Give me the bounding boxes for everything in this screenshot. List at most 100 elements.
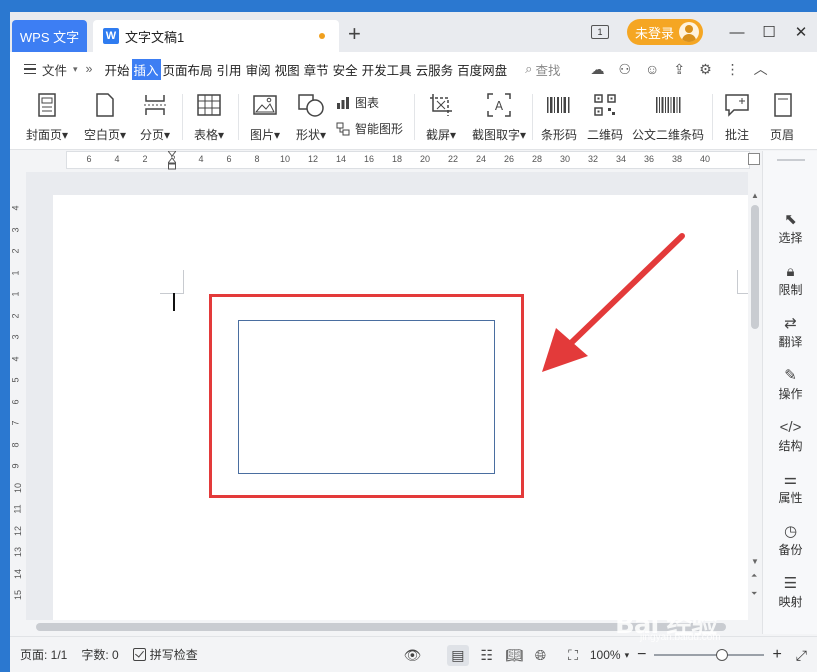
page-view-icon[interactable]: ▤ <box>447 644 469 666</box>
zoom-out-button[interactable]: − <box>637 646 646 664</box>
blank-page-button[interactable]: 空白页▾ <box>76 86 134 150</box>
smartart-button[interactable]: 智能图形 <box>336 120 403 137</box>
share-user-icon[interactable]: ⚇ <box>618 61 631 78</box>
gear-icon[interactable]: ⚙ <box>699 61 712 78</box>
minimize-button[interactable]: — <box>721 12 753 52</box>
ocr-button[interactable]: A 截图取字▾ <box>466 86 532 150</box>
highlight-frame <box>209 294 524 498</box>
zoom-dropdown-icon[interactable]: ▾ <box>625 650 630 661</box>
tab-page-layout[interactable]: 页面布局 <box>161 59 215 80</box>
fullscreen-icon[interactable]: ⤢ <box>796 647 807 664</box>
maximize-button[interactable]: ☐ <box>753 12 785 52</box>
tab-home[interactable]: 开始 <box>103 59 132 80</box>
tab-references[interactable]: 引用 <box>215 59 244 80</box>
ribbon-divider <box>414 94 415 140</box>
side-backup-button[interactable]: ◷ 备份 <box>763 523 817 558</box>
tab-security[interactable]: 安全 <box>331 59 360 80</box>
eye-protect-icon[interactable]: 👁︎ <box>404 647 422 664</box>
login-button[interactable]: 未登录 <box>626 19 703 45</box>
tab-review[interactable]: 审阅 <box>244 59 273 80</box>
file-menu[interactable]: 文件 ▾ <box>24 60 78 79</box>
cover-page-button[interactable]: 封面页▾ <box>18 86 76 150</box>
search-command[interactable]: ⌕ 查找 <box>525 60 560 79</box>
collapse-ribbon-icon[interactable]: ︿ <box>754 59 768 79</box>
tab-view[interactable]: 视图 <box>273 59 302 80</box>
ruler-number: 8 <box>254 154 260 164</box>
screenshot-button[interactable]: 截屏▾ <box>418 86 464 150</box>
side-operate-label: 操作 <box>778 387 803 401</box>
side-operate-button[interactable]: ✎ 操作 <box>763 367 817 402</box>
zoom-slider[interactable] <box>654 649 765 661</box>
zoom-slider-knob[interactable] <box>716 649 729 661</box>
chart-button[interactable]: 图表 <box>336 94 379 111</box>
tab-wps-home[interactable]: WPS 文字 <box>12 20 87 52</box>
doc-qrcode-button[interactable]: 公文二维条码 <box>630 86 706 150</box>
qrcode-button[interactable]: 二维码 <box>584 86 626 150</box>
tab-baidu-disk[interactable]: 百度网盘 <box>455 59 509 80</box>
margin-corner-top-left <box>160 270 184 294</box>
tab-developer[interactable]: 开发工具 <box>360 59 414 80</box>
ruler-number: 4 <box>10 205 21 211</box>
ruler-number: 1 <box>10 291 21 297</box>
side-translate-button[interactable]: ⇄ 翻译 <box>763 315 817 350</box>
title-bar: WPS 文字 W 文字文稿1 + 1 未登录 — ☐ ✕ <box>10 12 817 52</box>
word-count[interactable]: 字数: 0 <box>81 646 118 663</box>
picture-button[interactable]: 图片▾ <box>242 86 288 150</box>
ruler-number: 10 <box>279 154 291 164</box>
close-button[interactable]: ✕ <box>785 12 817 52</box>
page-count[interactable]: 页面: 1/1 <box>20 646 67 663</box>
chat-icon[interactable]: ☺ <box>645 61 659 77</box>
ribbon-divider <box>532 94 533 140</box>
spellcheck-toggle[interactable]: 拼写检查 <box>132 646 198 663</box>
vertical-scroll-thumb[interactable] <box>751 205 759 329</box>
export-icon[interactable]: ⇪ <box>673 61 685 78</box>
fit-page-icon[interactable]: ⛶ <box>568 647 578 664</box>
side-properties-label: 属性 <box>778 491 803 505</box>
ribbon-divider <box>712 94 713 140</box>
screenshot-icon <box>428 92 454 118</box>
next-page-icon[interactable]: ⏷ <box>751 589 757 599</box>
ruler-number: 9 <box>10 463 21 469</box>
outline-view-icon[interactable]: ☷ <box>481 647 494 664</box>
zoom-in-button[interactable]: + <box>772 646 781 664</box>
scroll-down-icon[interactable]: ▼ <box>751 557 759 566</box>
ruler-number: 13 <box>13 546 24 558</box>
text-cursor <box>173 293 175 311</box>
table-button[interactable]: 表格▾ <box>186 86 232 150</box>
new-tab-button[interactable]: + <box>348 22 361 46</box>
page-break-button[interactable]: 分页▾ <box>132 86 178 150</box>
vertical-scrollbar[interactable]: ▲ ▼ ⏶ ⏷ <box>748 169 762 620</box>
indent-marker-icon[interactable] <box>166 150 178 170</box>
table-label: 表格▾ <box>193 128 225 142</box>
more-options-icon[interactable]: ⋮ <box>726 61 740 78</box>
tab-chapter[interactable]: 章节 <box>302 59 331 80</box>
side-panel: ⬉ 选择 🔒︎ 限制 ⇄ 翻译 ✎ 操作 </> 结构 ⚌ 属性 ◷ 备份 ☰ <box>762 151 817 634</box>
side-properties-button[interactable]: ⚌ 属性 <box>763 471 817 506</box>
tab-insert[interactable]: 插入 <box>131 58 161 80</box>
zoom-level[interactable]: 100% <box>590 648 621 662</box>
comment-button[interactable]: 批注 <box>716 86 758 150</box>
ruler-number: 12 <box>13 525 24 536</box>
tab-document[interactable]: W 文字文稿1 <box>93 20 339 52</box>
ruler-toggle-icon[interactable] <box>748 153 760 165</box>
panel-grip[interactable] <box>777 159 805 161</box>
side-restrict-button[interactable]: 🔒︎ 限制 <box>763 263 817 298</box>
window-layout-icon[interactable]: 1 <box>590 25 609 39</box>
svg-text:A: A <box>495 99 504 113</box>
table-icon <box>196 92 222 118</box>
cloud-sync-icon[interactable]: ☁ <box>590 61 604 78</box>
reading-view-icon[interactable]: 📖︎ <box>505 647 523 664</box>
watermark-url: jingyan.baidu.com <box>640 632 721 643</box>
side-mapping-button[interactable]: ☰ 映射 <box>763 575 817 610</box>
side-structure-button[interactable]: </> 结构 <box>763 419 817 454</box>
checkbox-icon <box>132 648 146 661</box>
side-select-button[interactable]: ⬉ 选择 <box>763 211 817 246</box>
scroll-up-icon[interactable]: ▲ <box>751 191 759 200</box>
shape-button[interactable]: 形状▾ <box>288 86 334 150</box>
prev-page-icon[interactable]: ⏶ <box>751 571 757 581</box>
barcode-button[interactable]: 条形码 <box>536 86 582 150</box>
header-button[interactable]: 页眉 <box>762 86 802 150</box>
more-menus-button[interactable]: » <box>86 62 93 76</box>
tab-cloud[interactable]: 云服务 <box>414 59 456 80</box>
web-view-icon[interactable]: 🌐︎ <box>535 647 546 664</box>
